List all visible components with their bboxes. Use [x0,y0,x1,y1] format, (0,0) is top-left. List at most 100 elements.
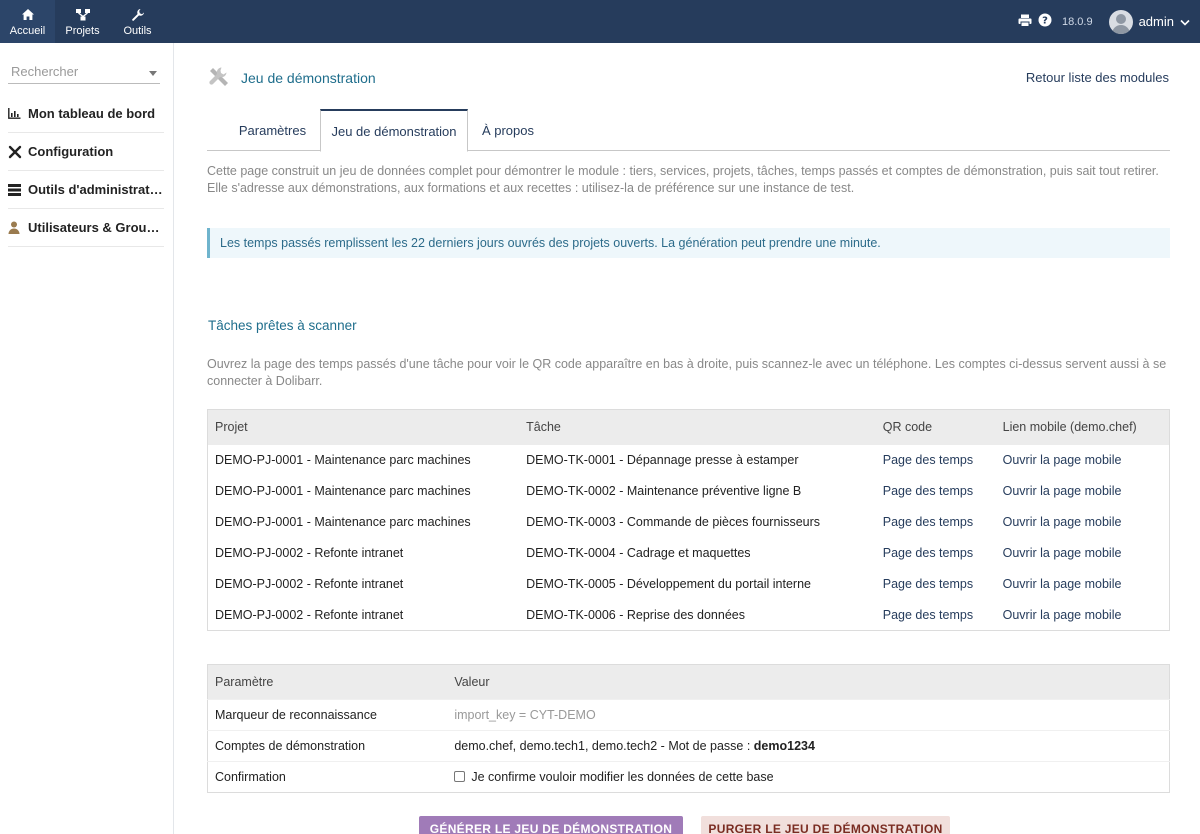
tasks-section-description: Ouvrez la page des temps passés d'une tâ… [207,357,1167,388]
sidebar-item-label: Utilisateurs & Groupes [28,220,164,235]
tasks-table: Projet Tâche QR code Lien mobile (demo.c… [207,409,1170,631]
top-bar: Accueil Projets Outils ? 18.0.9 admin [0,0,1200,43]
tools-icon [207,65,231,89]
column-header: Tâche [519,409,876,445]
project-cell: DEMO-PJ-0001 - Maintenance parc machines [215,453,471,467]
mobile-page-link[interactable]: Ouvrir la page mobile [996,600,1170,631]
task-cell: DEMO-TK-0001 - Dépannage presse à estamp… [526,453,799,467]
project-cell: DEMO-PJ-0002 - Refonte intranet [215,607,404,622]
project-cell: DEMO-PJ-0001 - Maintenance parc machines [215,515,471,529]
timesheet-link[interactable]: Page des temps [876,507,996,538]
tasks-section-title: Tâches prêtes à scanner [208,318,357,333]
column-header: Lien mobile (demo.chef) [995,409,1170,445]
task-cell: DEMO-TK-0002 - Maintenance préventive li… [526,484,802,498]
confirm-text[interactable]: Je confirme vouloir modifier les données… [471,770,773,784]
table-row: DEMO-PJ-0002 - Refonte intranet DEMO-TK-… [208,600,1170,631]
tab-parametres[interactable]: Paramètres [227,109,318,151]
search-placeholder: Rechercher [11,64,79,79]
nav-projets-label: Projets [65,24,100,37]
table-row: Comptes de démonstration demo.chef, demo… [207,730,1170,762]
demo-password: demo1234 [753,739,815,753]
tools-icon [8,145,28,159]
table-row: DEMO-PJ-0001 - Maintenance parc machines… [208,476,1170,507]
column-header: Valeur [447,664,1170,700]
sidebar-item-configuration[interactable]: Configuration [8,133,164,171]
sidebar: Rechercher Mon tableau de bord Configura… [0,43,174,834]
accounts-label: Comptes de démonstration [207,730,448,762]
nav-accueil-label: Accueil [9,24,46,37]
avatar[interactable] [1108,9,1133,34]
chevron-down-icon[interactable] [149,71,157,76]
timesheet-link[interactable]: Page des temps [876,476,996,507]
nav-accueil[interactable]: Accueil [0,0,55,43]
marker-label: Marqueur de reconnaissance [207,699,448,731]
tab-a-propos[interactable]: À propos [470,109,546,151]
table-header-row: Projet Tâche QR code Lien mobile (demo.c… [207,409,1170,445]
table-row: DEMO-PJ-0001 - Maintenance parc machines… [208,445,1170,476]
project-cell: DEMO-PJ-0002 - Refonte intranet [215,546,404,560]
search-input[interactable]: Rechercher [8,64,160,84]
projects-icon [75,7,91,23]
timesheet-link[interactable]: Page des temps [876,538,996,569]
table-header-row: Paramètre Valeur [207,664,1170,700]
confirm-checkbox[interactable] [454,771,466,782]
mobile-page-link[interactable]: Ouvrir la page mobile [996,445,1170,476]
timesheet-link[interactable]: Page des temps [876,600,996,631]
version-label: 18.0.9 [1061,15,1093,28]
nav-outils-label: Outils [123,24,152,37]
accounts-value: demo.chef, demo.tech1, demo.tech2 - Mot … [447,730,1170,762]
timesheet-link[interactable]: Page des temps [876,445,996,476]
table-row: DEMO-PJ-0002 - Refonte intranet DEMO-TK-… [208,538,1170,569]
timesheet-link[interactable]: Page des temps [876,569,996,600]
user-name[interactable]: admin [1139,14,1174,29]
main-content: Jeu de démonstration Retour liste des mo… [174,43,1200,834]
parameters-table: Paramètre Valeur Marqueur de reconnaissa… [207,664,1170,793]
mobile-page-link[interactable]: Ouvrir la page mobile [996,507,1170,538]
generate-demo-button[interactable]: GÉNÉRER LE JEU DE DÉMONSTRATION [419,816,683,834]
purge-demo-button[interactable]: PURGER LE JEU DE DÉMONSTRATION [701,816,950,834]
column-header: Projet [207,409,520,445]
confirm-label: Confirmation [207,761,448,793]
help-icon[interactable]: ? [1038,13,1052,30]
chart-icon [8,108,28,119]
table-row: Confirmation Je confirme vouloir modifie… [207,761,1170,793]
tab-bar: Paramètres Jeu de démonstration À propos [207,109,1170,152]
sidebar-item-dashboard[interactable]: Mon tableau de bord [8,95,164,133]
task-cell: DEMO-TK-0005 - Développement du portail … [526,577,811,591]
wrench-icon [131,7,145,23]
page-title: Jeu de démonstration [241,70,376,86]
marker-value: import_key = CYT-DEMO [447,699,1170,731]
table-row: DEMO-PJ-0001 - Maintenance parc machines… [208,507,1170,538]
task-cell: DEMO-TK-0006 - Reprise des données [526,607,745,622]
confirm-value: Je confirme vouloir modifier les données… [447,761,1170,793]
column-header: Paramètre [207,664,448,700]
chevron-down-icon[interactable] [1180,14,1190,29]
nav-projets[interactable]: Projets [55,0,110,43]
mobile-page-link[interactable]: Ouvrir la page mobile [996,538,1170,569]
top-nav: Accueil Projets Outils [0,0,165,43]
project-cell: DEMO-PJ-0002 - Refonte intranet [215,577,404,591]
nav-outils[interactable]: Outils [110,0,165,43]
table-row: DEMO-PJ-0002 - Refonte intranet DEMO-TK-… [208,569,1170,600]
top-right-tools: ? 18.0.9 admin [1018,0,1190,43]
user-icon [8,221,28,234]
sidebar-item-label: Outils d'administration [28,182,164,197]
task-cell: DEMO-TK-0004 - Cadrage et maquettes [526,546,751,560]
accounts-list: demo.chef, demo.tech1, demo.tech2 - Mot … [454,739,754,753]
info-box: Les temps passés remplissent les 22 dern… [207,228,1170,258]
print-icon[interactable] [1018,14,1032,30]
server-icon [8,183,28,196]
svg-text:?: ? [1042,16,1048,27]
back-to-modules-link[interactable]: Retour liste des modules [1026,70,1169,85]
mobile-page-link[interactable]: Ouvrir la page mobile [996,569,1170,600]
sidebar-item-users-groups[interactable]: Utilisateurs & Groupes [8,209,164,247]
tab-jeu-de-demonstration[interactable]: Jeu de démonstration [320,109,468,152]
mobile-page-link[interactable]: Ouvrir la page mobile [996,476,1170,507]
sidebar-item-label: Configuration [28,144,114,159]
home-icon [21,7,35,23]
project-cell: DEMO-PJ-0001 - Maintenance parc machines [215,484,471,498]
column-header: QR code [875,409,996,445]
sidebar-item-admin-tools[interactable]: Outils d'administration [8,171,164,209]
task-cell: DEMO-TK-0003 - Commande de pièces fourni… [526,515,821,529]
sidebar-item-label: Mon tableau de bord [28,106,156,121]
